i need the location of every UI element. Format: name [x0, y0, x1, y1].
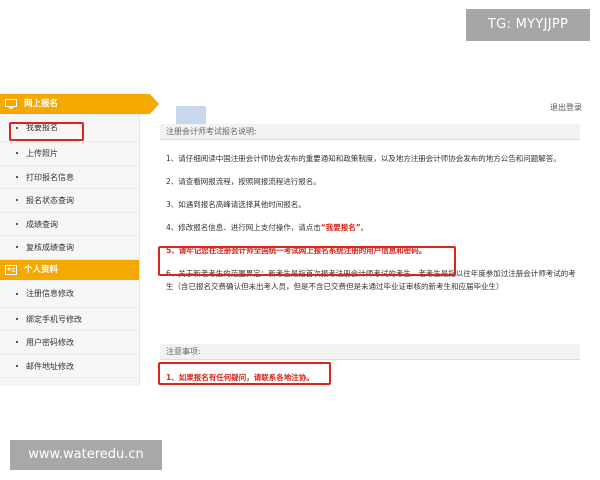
main-content: 退出登录 注册会计师考试报名说明: 1、请仔细阅读中国注册会计师协会发布的重要通…: [150, 94, 600, 386]
sidebar-item-label: 邮件地址修改: [26, 361, 74, 371]
sidebar-item-label: 注册信息修改: [26, 288, 74, 298]
avatar: [176, 106, 206, 124]
bullet-icon: [16, 246, 18, 248]
sidebar-item-status-query[interactable]: 报名状态查询: [0, 189, 139, 213]
sidebar-item-label: 复核成绩查询: [26, 243, 74, 252]
section-title: 个人资料: [24, 264, 59, 275]
bullet-icon: [16, 364, 18, 367]
bullet-icon: [16, 175, 18, 178]
logout-link[interactable]: 退出登录: [550, 102, 582, 113]
bullet-icon: [16, 199, 18, 201]
register-link[interactable]: “我要报名”: [321, 223, 361, 232]
monitor-icon: [5, 99, 17, 109]
highlight-box-notes: [158, 362, 331, 385]
instruction-text: 4、修改报名信息、进行网上支付操作，请点击: [166, 223, 321, 232]
sidebar-item-edit-email[interactable]: 邮件地址修改: [0, 355, 139, 378]
bullet-icon: [16, 341, 18, 343]
sidebar-item-upload-photo[interactable]: 上传照片: [0, 142, 139, 166]
instructions-list: 1、请仔细阅读中国注册会计师协会发布的重要通知和政策制度，以及地方注册会计师协会…: [166, 152, 576, 303]
sidebar-item-review-score[interactable]: 复核成绩查询: [0, 236, 139, 260]
sidebar-item-score-query[interactable]: 成绩查询: [0, 213, 139, 236]
sidebar-item-label: 绑定手机号修改: [26, 314, 82, 324]
sidebar-item-label: 打印报名信息: [26, 172, 74, 182]
instruction-item-2: 2、请查看网报流程，按照网报流程进行报名。: [166, 177, 321, 186]
sidebar-item-edit-password[interactable]: 用户密码修改: [0, 331, 139, 355]
sidebar-item-edit-registration[interactable]: 注册信息修改: [0, 280, 139, 308]
highlight-box-register: [9, 122, 84, 141]
nav-list-personal: 注册信息修改 绑定手机号修改 用户密码修改 邮件地址修改: [0, 280, 139, 378]
page-title: 注册会计师考试报名说明:: [160, 124, 580, 140]
watermark-top: TG: MYYJJPP: [466, 9, 590, 41]
instruction-item-4: 4、修改报名信息、进行网上支付操作，请点击“我要报名”。: [166, 221, 576, 234]
sidebar-item-label: 报名状态查询: [26, 196, 74, 205]
instruction-item-3: 3、如遇到报名高峰请选择其他时间报名。: [166, 200, 306, 209]
sidebar-item-label: 用户密码修改: [26, 338, 74, 347]
instruction-text: 。: [360, 223, 369, 232]
bullet-icon: [16, 152, 18, 154]
id-card-icon: [5, 264, 17, 275]
bullet-icon: [16, 317, 18, 320]
bullet-icon: [16, 222, 18, 225]
section-header-online-registration: 网上报名: [0, 94, 159, 114]
section-title: 网上报名: [24, 99, 59, 109]
watermark-bottom: www.wateredu.cn: [10, 440, 162, 470]
sidebar-item-print-info[interactable]: 打印报名信息: [0, 166, 139, 189]
sidebar-item-label: 成绩查询: [26, 219, 58, 229]
notes-title: 注意事项:: [160, 344, 580, 360]
section-header-personal-info: 个人资料: [0, 259, 139, 280]
instruction-item-1: 1、请仔细阅读中国注册会计师协会发布的重要通知和政策制度，以及地方注册会计师协会…: [166, 154, 561, 163]
sidebar-item-edit-phone[interactable]: 绑定手机号修改: [0, 308, 139, 331]
sidebar-item-label: 上传照片: [26, 149, 58, 158]
highlight-box-item-5: [158, 246, 456, 276]
bullet-icon: [16, 292, 18, 295]
